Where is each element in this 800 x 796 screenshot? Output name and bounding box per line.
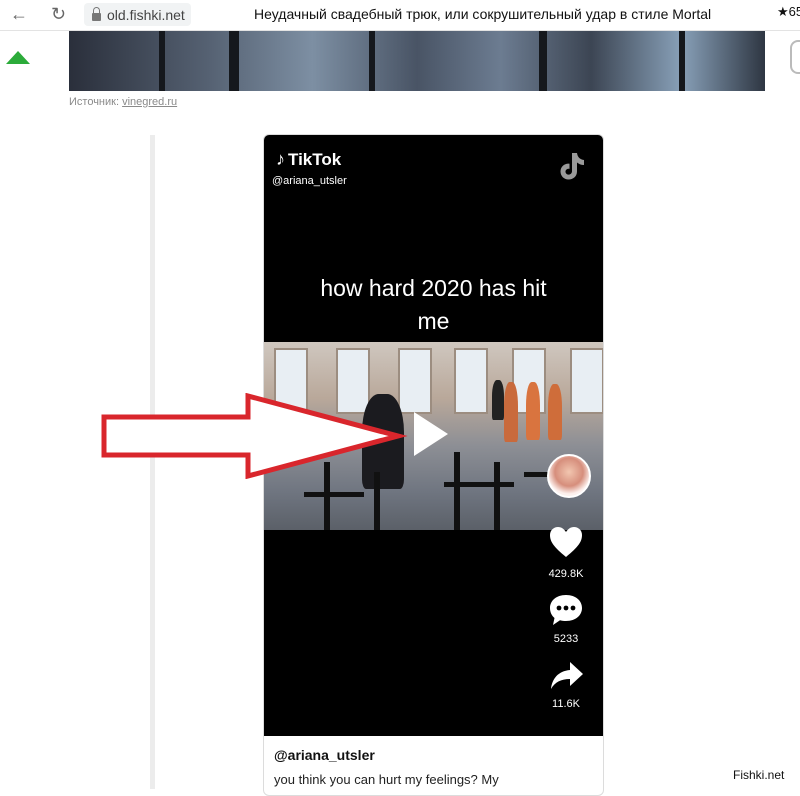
play-icon[interactable]	[414, 412, 448, 456]
share-icon[interactable]	[546, 659, 586, 693]
comment-icon[interactable]	[546, 593, 586, 627]
browser-toolbar: ← ↻ old.fishki.net Неудачный свадебный т…	[0, 0, 800, 31]
tiktok-mark-icon	[560, 153, 584, 180]
annotation-arrow	[101, 393, 408, 479]
tiktok-logo-icon: ♪	[276, 149, 285, 169]
site-watermark: Fishki.net	[733, 768, 785, 782]
avatar[interactable]	[547, 454, 591, 498]
source-link[interactable]: vinegred.ru	[122, 96, 177, 108]
article-image	[69, 31, 765, 91]
video-caption-line1: how hard 2020 has hit	[320, 275, 547, 301]
source-label: Источник:	[69, 96, 120, 108]
page-title: Неудачный свадебный трюк, или сокрушител…	[254, 6, 712, 22]
heart-icon[interactable]	[546, 525, 586, 559]
tiktok-brand: ♪ TikTok	[276, 149, 341, 170]
address-bar[interactable]: old.fishki.net	[84, 3, 191, 26]
tiktok-description: you think you can hurt my feelings? My	[274, 772, 499, 787]
likes-count: 429.8K	[548, 568, 584, 580]
video-caption: how hard 2020 has hit me	[264, 272, 603, 338]
tiktok-username[interactable]: @ariana_utsler	[274, 747, 375, 763]
back-arrow-icon[interactable]: ←	[10, 4, 28, 24]
rating-badge: ★65	[777, 4, 800, 19]
comments-count: 5233	[553, 633, 579, 645]
reload-icon[interactable]: ↻	[51, 4, 66, 24]
url-text: old.fishki.net	[107, 6, 185, 23]
up-vote-icon[interactable]	[6, 51, 30, 64]
tiktok-handle: @ariana_utsler	[272, 175, 347, 187]
video-caption-line2: me	[417, 308, 450, 334]
tiktok-logo-text: TikTok	[288, 149, 342, 169]
lock-icon	[92, 6, 101, 21]
shares-count: 11.6K	[552, 698, 580, 710]
side-widget[interactable]	[790, 40, 800, 74]
image-source: Источник: vinegred.ru	[69, 96, 177, 108]
